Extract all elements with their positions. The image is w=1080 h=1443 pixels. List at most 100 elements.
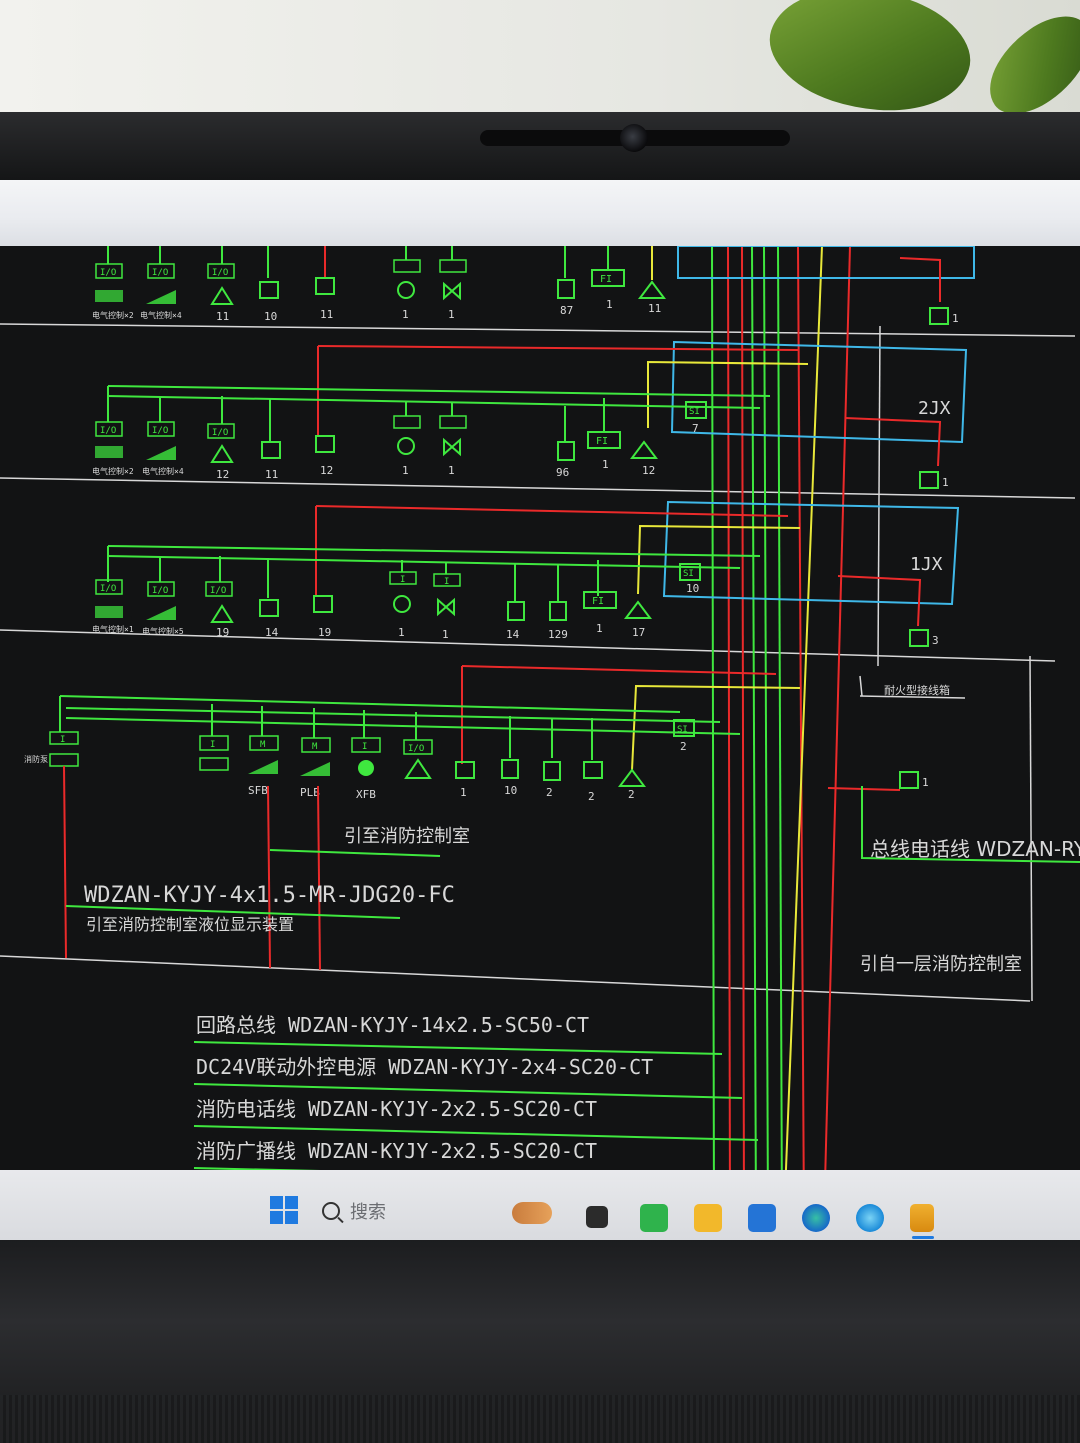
svg-text:96: 96 [556,466,569,479]
svg-text:FI: FI [592,596,604,607]
speaker-grille [0,1395,1080,1443]
phone-jack-icon [899,771,919,789]
svg-text:10: 10 [686,582,699,595]
cad-ribbon [0,180,1080,246]
widgets-icon[interactable] [512,1202,552,1224]
phone-jack-icon [919,471,939,489]
svg-text:129: 129 [548,628,568,641]
svg-text:SI: SI [689,407,700,417]
svg-text:电气控制×4: 电气控制×4 [140,310,182,320]
panel-label-2jx: 2JX [918,398,951,419]
svg-text:XFB: XFB [356,788,376,801]
svg-text:I: I [444,577,449,587]
ie-icon[interactable] [856,1204,884,1232]
svg-text:I: I [210,740,215,750]
laptop-screen: 2JX 1JX 1 1 3 1 I/O I/O I/O FI 电气控制×2 电气… [0,180,1080,1220]
svg-text:1: 1 [402,308,409,321]
device-row-2: SI 7 I/O I/O I/O FI 电气控制×2 电气控制×4 12 11 … [92,345,809,481]
svg-text:I: I [362,742,367,752]
svg-text:11: 11 [648,302,661,315]
phone-count: 1 [922,776,929,789]
svg-text:SI: SI [683,569,694,579]
svg-text:SI: SI [677,725,688,735]
svg-text:I/O: I/O [152,426,168,436]
cad-schematic: 2JX 1JX 1 1 3 1 I/O I/O I/O FI 电气控制×2 电气… [0,246,1080,1220]
svg-text:电气控制×2: 电气控制×2 [92,310,134,320]
folder-icon[interactable] [694,1204,722,1232]
app-icon[interactable] [910,1204,934,1232]
svg-text:2: 2 [588,790,595,803]
svg-text:M: M [260,740,266,750]
svg-text:1: 1 [602,458,609,471]
annotation-bus-phone-line: 总线电话线 WDZAN-RYJS- [870,837,1080,861]
start-icon[interactable] [270,1196,298,1224]
legend-fire-broadcast: 消防广播线 WDZAN-KYJY-2x2.5-SC20-CT [196,1139,597,1163]
annotation-cable-spec: WDZAN-KYJY-4x1.5-MR-JDG20-FC [84,883,455,908]
svg-text:11: 11 [320,308,333,321]
svg-text:FI: FI [600,274,612,285]
svg-text:2: 2 [628,788,635,801]
svg-text:87: 87 [560,304,573,317]
device-row-3: SI 10 I/O I/O I/O I I FI 电气控制×1 电气控制×5 1… [92,505,801,641]
svg-text:2: 2 [546,786,553,799]
svg-text:12: 12 [320,464,333,477]
fire-junction-box-label: 耐火型接线箱 [884,683,950,697]
chat-icon[interactable] [640,1204,668,1232]
mail-icon[interactable] [748,1204,776,1232]
svg-text:1: 1 [448,308,455,321]
svg-text:12: 12 [216,468,229,481]
svg-text:I/O: I/O [152,268,168,278]
svg-text:10: 10 [264,310,277,323]
svg-text:19: 19 [216,626,229,639]
phone-jack-icon [929,307,949,325]
phone-jack-icon [909,629,929,647]
svg-text:14: 14 [265,626,279,639]
legend-loop-bus: 回路总线 WDZAN-KYJY-14x2.5-SC50-CT [196,1013,589,1037]
phone-count: 1 [952,312,959,325]
annotation-from-control-room: 引自一层消防控制室 [860,954,1022,975]
svg-text:12: 12 [642,464,655,477]
svg-text:19: 19 [318,626,331,639]
svg-text:1: 1 [606,298,613,311]
svg-text:I: I [60,735,65,745]
laptop-top-bezel [0,112,1080,182]
svg-text:I/O: I/O [100,268,116,278]
panel-label-1jx: 1JX [910,554,943,575]
svg-text:1: 1 [460,786,467,799]
annotation-cable-note: 引至消防控制室液位显示装置 [86,915,294,934]
svg-text:I: I [400,575,405,585]
phone-count: 1 [942,476,949,489]
search-placeholder: 搜索 [350,1202,386,1222]
edge-icon[interactable] [802,1204,830,1232]
phone-count: 3 [932,634,939,647]
svg-text:FI: FI [596,436,608,447]
svg-text:I/O: I/O [212,268,228,278]
svg-text:I/O: I/O [100,426,116,436]
svg-text:1: 1 [402,464,409,477]
svg-text:1: 1 [442,628,449,641]
svg-text:I/O: I/O [210,586,226,596]
svg-text:1: 1 [448,464,455,477]
taskbar-search-box[interactable]: 搜索 [322,1196,386,1226]
annotation-to-fire-control: 引至消防控制室 [344,826,470,847]
active-app-indicator [912,1236,934,1239]
svg-text:1: 1 [596,622,603,635]
svg-text:M: M [312,742,318,752]
svg-text:I/O: I/O [212,428,228,438]
svg-text:17: 17 [632,626,645,639]
svg-text:消防泵: 消防泵 [24,754,48,764]
svg-text:I/O: I/O [408,744,424,754]
svg-text:电气控制×5: 电气控制×5 [142,626,184,636]
legend-dc24v-power: DC24V联动外控电源 WDZAN-KYJY-2x4-SC20-CT [196,1055,653,1079]
svg-text:电气控制×2: 电气控制×2 [92,466,134,476]
webcam-icon [620,124,648,152]
svg-text:11: 11 [265,468,278,481]
cad-drawing-canvas[interactable]: 2JX 1JX 1 1 3 1 I/O I/O I/O FI 电气控制×2 电气… [0,246,1080,1220]
svg-text:SFB: SFB [248,784,268,797]
svg-text:电气控制×4: 电气控制×4 [142,466,184,476]
svg-text:11: 11 [216,310,229,323]
terminal-icon[interactable] [586,1206,608,1228]
svg-text:2: 2 [680,740,687,753]
windows-taskbar: 搜索 [0,1170,1080,1240]
search-icon [322,1202,340,1220]
